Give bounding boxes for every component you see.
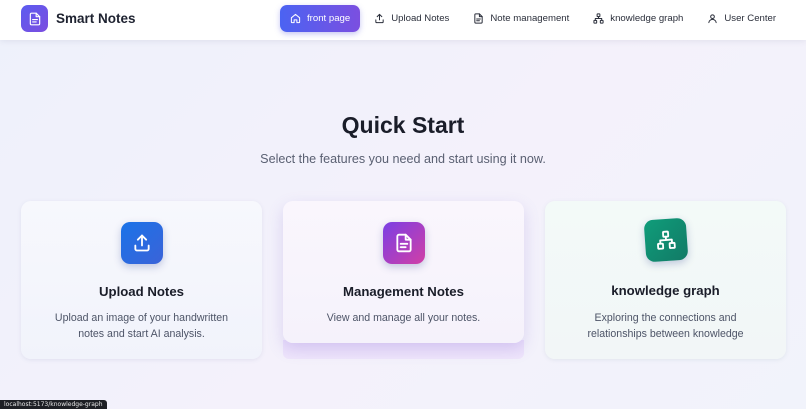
top-navbar: Smart Notes front page Upload Notes Note… xyxy=(0,0,806,40)
graph-icon xyxy=(593,13,604,24)
home-icon xyxy=(290,13,301,24)
nav-label: knowledge graph xyxy=(610,13,684,24)
brand-name: Smart Notes xyxy=(56,11,136,26)
page-subtitle: Select the features you need and start u… xyxy=(260,152,546,166)
graph-icon xyxy=(643,217,688,263)
card-title: Upload Notes xyxy=(99,284,184,299)
upload-icon xyxy=(120,222,163,264)
brand[interactable]: Smart Notes xyxy=(21,5,136,32)
document-icon xyxy=(21,5,48,32)
card-title: knowledge graph xyxy=(611,283,720,298)
main-nav: front page Upload Notes Note management … xyxy=(280,5,786,32)
card-description: Exploring the connections and relationsh… xyxy=(587,312,744,340)
nav-item-note-management[interactable]: Note management xyxy=(463,5,579,32)
card-management-notes[interactable]: Management Notes View and manage all you… xyxy=(283,201,524,343)
card-description: View and manage all your notes. xyxy=(326,312,481,324)
nav-item-user-center[interactable]: User Center xyxy=(697,5,786,32)
file-icon xyxy=(473,13,484,24)
card-description: Upload an image of your handwritten note… xyxy=(54,312,229,340)
nav-item-upload-notes[interactable]: Upload Notes xyxy=(364,5,459,32)
nav-item-front-page[interactable]: front page xyxy=(280,5,361,32)
card-title: Management Notes xyxy=(343,284,464,299)
page-title: Quick Start xyxy=(341,112,465,138)
status-bar-url: localhost:5173/knowledge-graph xyxy=(0,400,107,409)
nav-item-knowledge-graph[interactable]: knowledge graph xyxy=(583,5,693,32)
nav-label: User Center xyxy=(724,13,777,24)
user-icon xyxy=(707,13,718,24)
nav-label: front page xyxy=(307,13,351,24)
nav-label: Note management xyxy=(490,13,570,24)
card-knowledge-graph[interactable]: knowledge graph Exploring the connection… xyxy=(545,201,786,359)
document-icon xyxy=(382,222,425,264)
upload-icon xyxy=(374,13,385,24)
nav-label: Upload Notes xyxy=(391,13,450,24)
card-upload-notes[interactable]: Upload Notes Upload an image of your han… xyxy=(21,201,262,359)
